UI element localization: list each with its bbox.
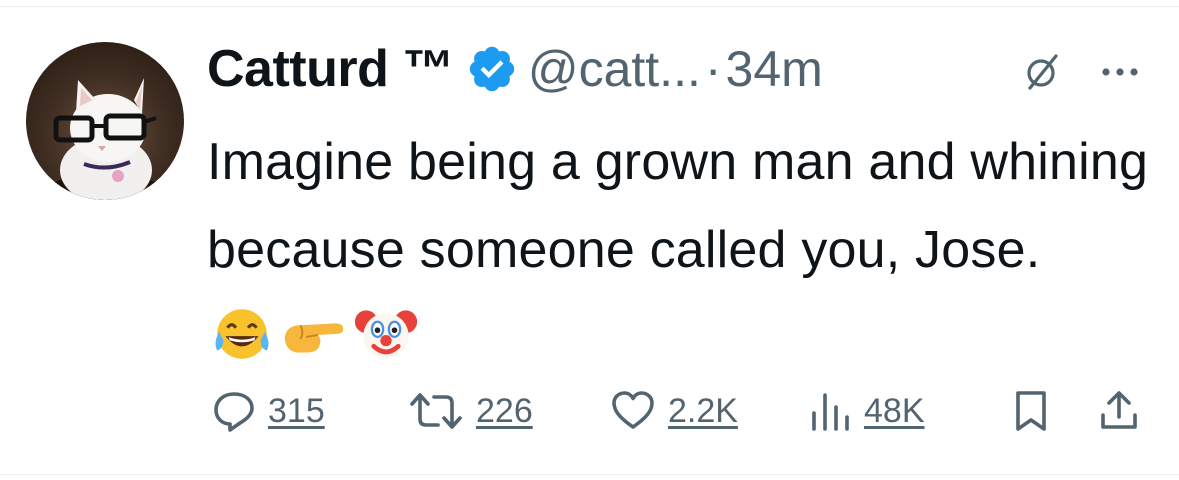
timestamp[interactable]: 34m xyxy=(726,40,823,98)
author-name[interactable]: Catturd ™ xyxy=(207,39,454,99)
retweet-icon xyxy=(410,393,462,429)
bottom-divider xyxy=(0,474,1179,475)
bookmark-button[interactable] xyxy=(1013,383,1049,439)
reply-count[interactable]: 315 xyxy=(268,392,325,431)
bookmark-icon xyxy=(1016,391,1046,431)
action-bar: 315 226 2.2K 48K xyxy=(0,383,1179,439)
backhand-index-pointing-right-icon xyxy=(284,323,344,353)
tweet-header: Catturd ™ @catt... · 34m xyxy=(207,38,823,100)
share-button[interactable] xyxy=(1097,383,1141,439)
tweet-text: Imagine being a grown man and whining be… xyxy=(207,118,1167,382)
views-icon xyxy=(812,393,849,431)
more-icon[interactable] xyxy=(1096,52,1144,92)
grok-icon[interactable] xyxy=(1022,52,1062,92)
avatar[interactable] xyxy=(26,42,184,200)
heart-icon xyxy=(612,391,654,429)
author-handle[interactable]: @catt... xyxy=(528,40,701,98)
clown-face-icon xyxy=(354,310,418,359)
like-button[interactable]: 2.2K xyxy=(610,383,738,439)
views-button[interactable]: 48K xyxy=(808,383,925,439)
top-divider xyxy=(0,6,1179,7)
retweet-button[interactable]: 226 xyxy=(408,383,533,439)
emoji-row xyxy=(211,301,425,367)
reply-icon xyxy=(214,392,254,432)
like-count[interactable]: 2.2K xyxy=(668,392,738,431)
tweet-body: Imagine being a grown man and whining be… xyxy=(207,133,1149,279)
reply-button[interactable]: 315 xyxy=(212,383,325,439)
views-count[interactable]: 48K xyxy=(864,392,925,431)
face-with-tears-of-joy-icon xyxy=(215,309,269,359)
avatar-cat-image xyxy=(45,78,165,200)
separator-dot: · xyxy=(704,41,722,97)
verified-badge-icon[interactable] xyxy=(466,43,518,95)
retweet-count[interactable]: 226 xyxy=(476,392,533,431)
share-icon xyxy=(1101,391,1137,429)
